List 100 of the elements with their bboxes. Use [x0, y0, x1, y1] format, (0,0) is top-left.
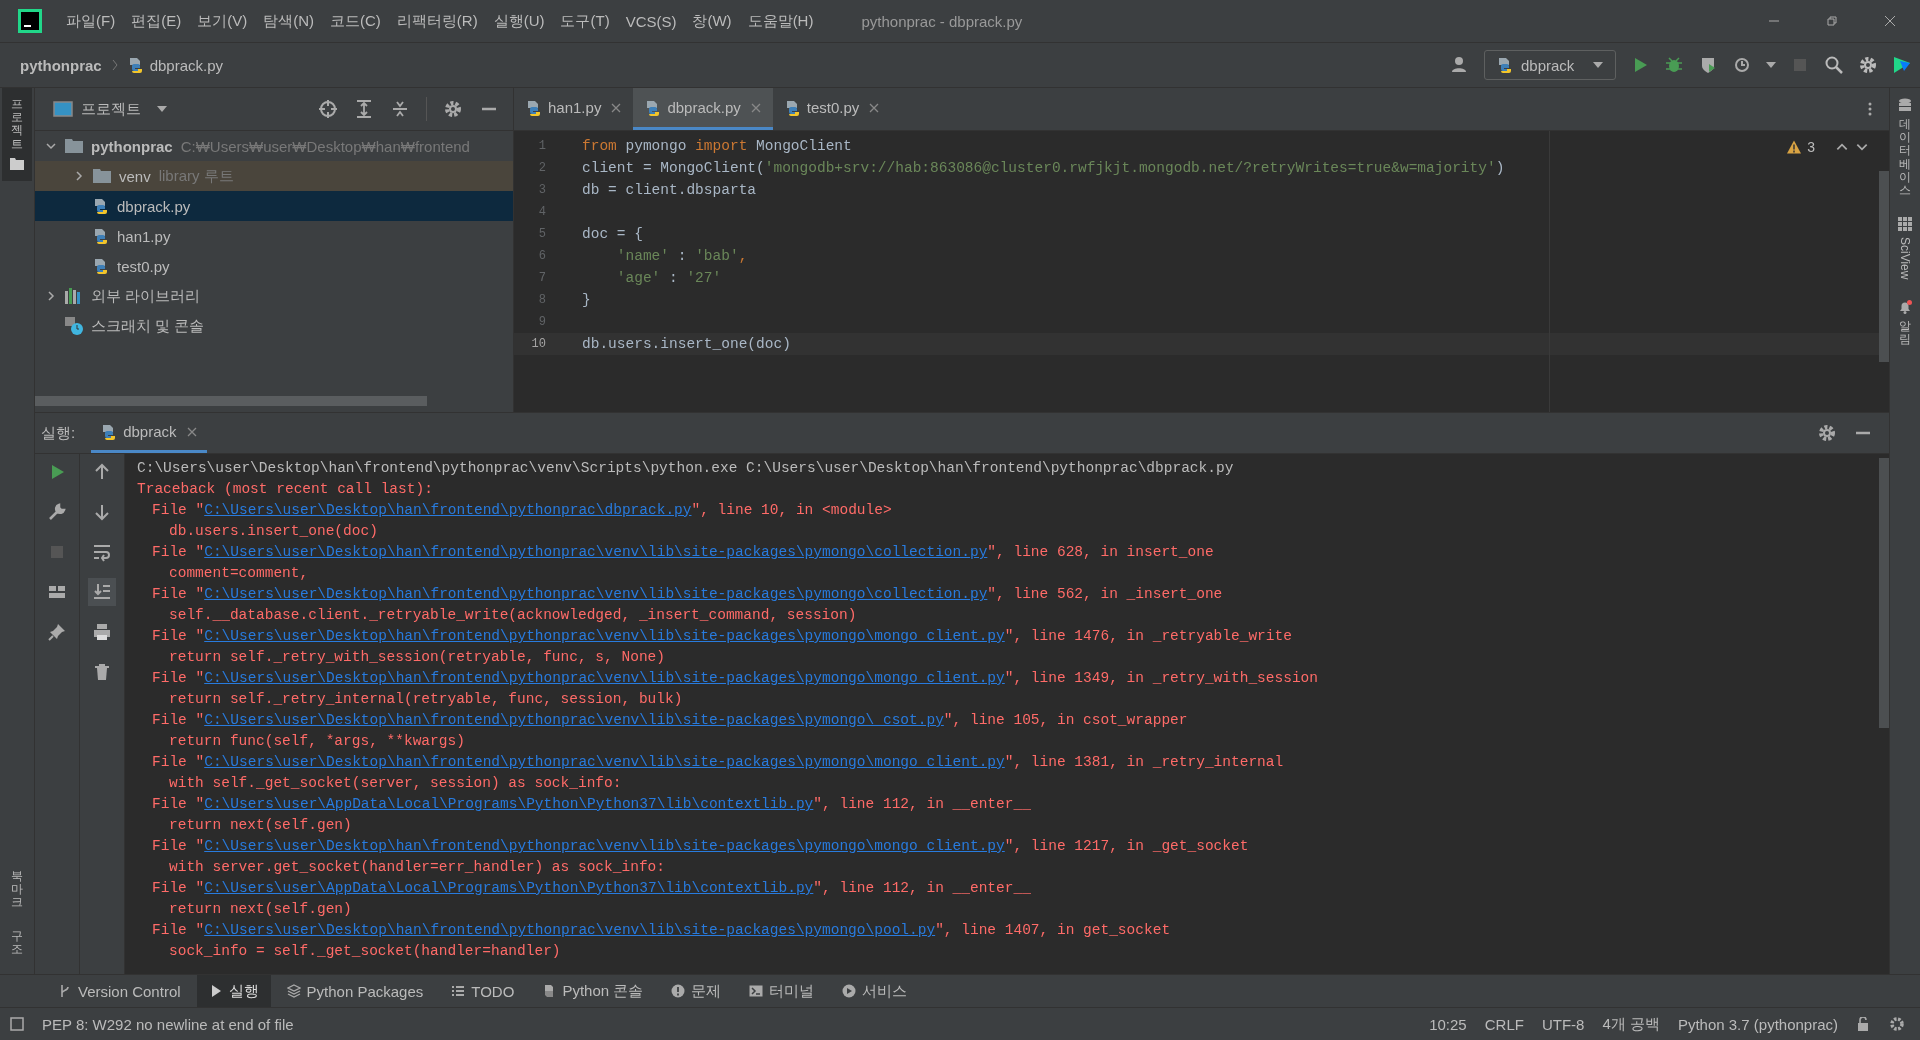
gear-icon[interactable] — [1888, 1015, 1906, 1033]
warning-icon[interactable] — [1787, 140, 1802, 154]
locate-icon[interactable] — [318, 99, 338, 119]
menu-item[interactable]: 탐색(N) — [255, 11, 322, 31]
code-line: 'name' : 'bab', — [616, 248, 748, 264]
tool-window-button[interactable]: 구조 — [2, 919, 32, 966]
pin-icon[interactable] — [47, 622, 67, 642]
tree-item[interactable]: 외부 라이브러리 — [35, 281, 513, 311]
tree-label: venv — [119, 167, 151, 185]
scrollbar[interactable] — [35, 396, 427, 406]
status-item[interactable]: 4개 공백 — [1602, 1014, 1660, 1034]
restore-icon[interactable] — [1826, 15, 1838, 27]
python-file-icon — [127, 57, 144, 73]
collapse-all-icon[interactable] — [390, 99, 410, 119]
menu-item[interactable]: 도움말(H) — [739, 11, 822, 31]
search-icon[interactable] — [1824, 55, 1844, 75]
tool-window-tab[interactable]: Python 콘솔 — [530, 975, 656, 1007]
tree-item[interactable]: venv library 루트 — [35, 161, 513, 191]
exclamation-icon — [671, 984, 686, 998]
close-icon[interactable] — [1884, 15, 1896, 27]
tool-window-tab[interactable]: 서비스 — [830, 975, 920, 1007]
wrench-icon[interactable] — [47, 502, 67, 522]
status-item[interactable]: UTF-8 — [1541, 1015, 1585, 1033]
panel-title[interactable]: 프로젝트 — [81, 99, 141, 119]
menu-item[interactable]: 리팩터링(R) — [388, 11, 486, 31]
editor-tab[interactable]: dbprack.py — [633, 88, 773, 130]
project-tool-button[interactable]: 프로젝트 — [2, 88, 32, 181]
file-link[interactable]: C:\Users\user\AppData\Local\Programs\Python\Python37\lib\contextlib.py — [204, 796, 814, 812]
breadcrumb[interactable]: pythonprac — [20, 56, 102, 74]
chevron-right-icon[interactable] — [45, 290, 57, 302]
soft-wrap-icon[interactable] — [92, 542, 112, 562]
file-link[interactable]: C:\Users\user\Desktop\han\frontend\pythonprac\venv\lib\site-packages\pymongo\pool.py — [204, 922, 936, 938]
tree-item[interactable]: han1.py — [35, 221, 513, 251]
status-item[interactable]: Python 3.7 (pythonprac) — [1677, 1015, 1838, 1033]
panel-toggle-icon[interactable] — [10, 1017, 24, 1031]
console-line: File "C:\Users\user\Desktop\han\frontend\pythonprac\venv\lib\site-packages\pymongo\mongo_client.py", line 1381, in _retry_internal — [151, 753, 1285, 772]
tool-window-tab[interactable]: 문제 — [659, 975, 734, 1007]
editor-tab[interactable]: han1.py — [514, 88, 634, 130]
toolbox-icon[interactable] — [1892, 55, 1912, 75]
menu-item[interactable]: 보기(V) — [189, 11, 256, 31]
bug-icon[interactable] — [1664, 55, 1684, 75]
tool-window-button[interactable]: 알림 — [1890, 289, 1920, 356]
tree-item[interactable]: 스크래치 및 콘솔 — [35, 311, 513, 341]
console-line: File "C:\Users\user\Desktop\han\frontend\pythonprac\venv\lib\site-packages\pymongo\pool.py", line 1407, in get_socket — [151, 921, 1172, 940]
print-icon[interactable] — [92, 622, 112, 642]
scrollbar[interactable] — [1879, 171, 1889, 362]
file-link[interactable]: C:\Users\user\Desktop\han\frontend\pythonprac\venv\lib\site-packages\pymongo\mongo_client.py — [204, 628, 1005, 644]
status-item[interactable]: CRLF — [1484, 1015, 1524, 1033]
settings-icon[interactable] — [1817, 423, 1837, 443]
console-line: sock_info = self._get_socket(handler=handler) — [168, 942, 562, 961]
run-config-dropdown[interactable]: dbprack — [1484, 50, 1616, 80]
tree-item[interactable]: pythonprac C:₩Users₩user₩Desktop₩han₩frontend — [35, 131, 513, 161]
editor-tab[interactable]: test0.py — [772, 88, 892, 130]
lock-icon[interactable] — [1856, 1017, 1870, 1031]
chevron-right-icon[interactable] — [73, 170, 85, 182]
arrow-down-icon[interactable] — [92, 502, 112, 522]
caret-icon[interactable] — [1766, 62, 1776, 68]
tool-window-tab[interactable]: 실행 — [196, 975, 271, 1007]
tree-item[interactable]: dbprack.py — [35, 191, 513, 221]
file-link[interactable]: C:\Users\user\Desktop\han\frontend\pythonprac\venv\lib\site-packages\pymongo\collection.py — [204, 544, 988, 560]
file-link[interactable]: C:\Users\user\Desktop\han\frontend\pythonprac\venv\lib\site-packages\pymongo\mongo_client.py — [204, 670, 1005, 686]
trash-icon[interactable] — [92, 662, 112, 682]
menu-item[interactable]: 편집(E) — [123, 11, 190, 31]
tool-window-button[interactable]: 북마크 — [2, 860, 32, 920]
chevron-down-icon[interactable] — [45, 140, 57, 152]
tool-window-tab[interactable]: 터미널 — [737, 975, 827, 1007]
profiler-icon[interactable] — [1732, 55, 1752, 75]
menu-item[interactable]: 도구(T) — [552, 11, 618, 31]
file-link[interactable]: C:\Users\user\AppData\Local\Programs\Python\Python37\lib\contextlib.py — [204, 880, 814, 896]
menu-item[interactable]: VCS(S) — [617, 12, 685, 30]
expand-all-icon[interactable] — [354, 99, 374, 119]
code-line: } — [582, 292, 591, 308]
status-item[interactable]: 10:25 — [1429, 1015, 1467, 1033]
settings-icon[interactable] — [1858, 55, 1878, 75]
settings-icon[interactable] — [443, 99, 463, 119]
menu-item[interactable]: 파일(F) — [58, 11, 124, 31]
file-link[interactable]: C:\Users\user\Desktop\han\frontend\pythonprac\venv\lib\site-packages\pymongo\mongo_client.py — [204, 754, 1005, 770]
tool-window-tab[interactable]: Version Control — [46, 975, 193, 1007]
close-icon[interactable] — [611, 102, 622, 113]
file-link[interactable]: C:\Users\user\Desktop\han\frontend\pythonprac\venv\lib\site-packages\pymongo\mongo_client.py — [204, 838, 1005, 854]
menu-item[interactable]: 실행(U) — [485, 11, 553, 31]
file-link[interactable]: C:\Users\user\Desktop\han\frontend\pythonprac\dbprack.py — [204, 502, 692, 518]
tree-label: dbprack.py — [117, 197, 191, 215]
caret-icon[interactable] — [157, 106, 167, 112]
menu-item[interactable]: 창(W) — [684, 11, 740, 31]
scroll-to-end-icon[interactable] — [88, 578, 116, 606]
console-line: File "C:\Users\user\Desktop\han\frontend\pythonprac\venv\lib\site-packages\pymongo\mongo_client.py", line 1217, in _get_socket — [151, 837, 1250, 856]
tool-window-tab[interactable]: Python Packages — [274, 975, 436, 1007]
menu-item[interactable]: 코드(C) — [322, 11, 389, 31]
scrollbar[interactable] — [1879, 458, 1889, 728]
close-icon[interactable] — [186, 426, 197, 437]
file-link[interactable]: C:\Users\user\Desktop\han\frontend\pythonprac\venv\lib\site-packages\pymongo\_csot.py — [204, 712, 944, 728]
tree-item[interactable]: test0.py — [35, 251, 513, 281]
console-line: with self._get_socket(server, session) as sock_info: — [168, 774, 623, 793]
tool-window-tab[interactable]: TODO — [439, 975, 527, 1007]
file-link[interactable]: C:\Users\user\Desktop\han\frontend\pythonprac\venv\lib\site-packages\pymongo\collection.py — [204, 586, 988, 602]
tool-window-button[interactable]: SciView — [1890, 207, 1920, 290]
tool-window-button[interactable]: 데이터베이스 — [1890, 88, 1920, 208]
close-icon[interactable] — [869, 102, 880, 113]
breadcrumb[interactable]: dbprack.py — [149, 56, 224, 74]
